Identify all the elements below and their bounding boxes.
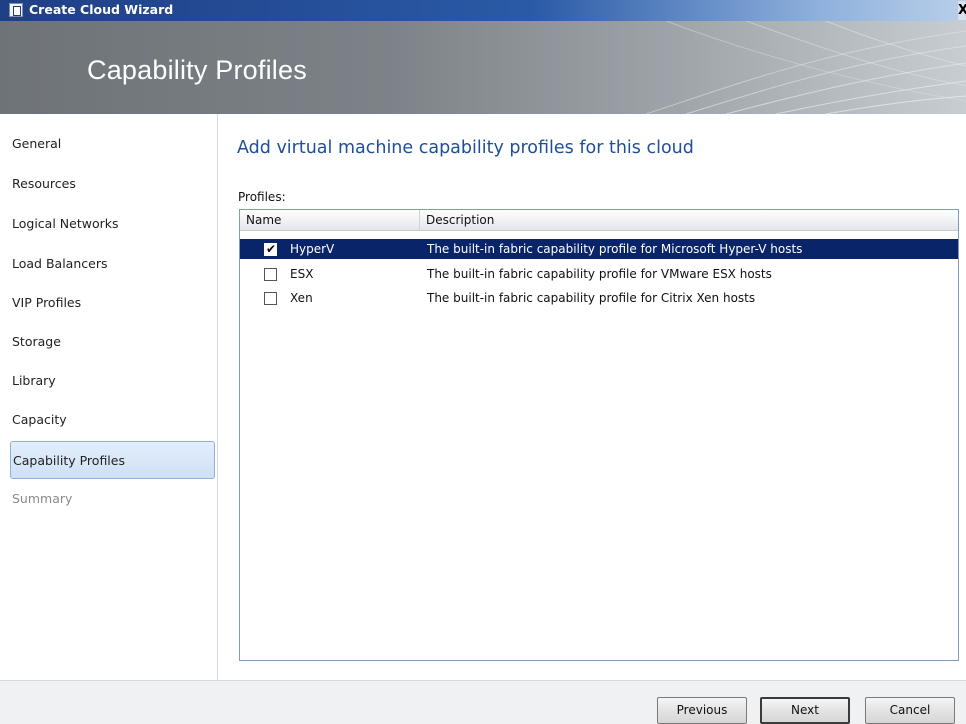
profile-name: ESX [290,267,314,281]
nav-item-load-balancers[interactable]: Load Balancers [10,245,215,283]
profile-description: The built-in fabric capability profile f… [427,267,772,281]
table-row[interactable]: ESX The built-in fabric capability profi… [240,264,958,284]
column-header-description[interactable]: Description [420,210,958,231]
header-banner: Capability Profiles [0,21,966,114]
cancel-button[interactable]: Cancel [865,697,955,724]
row-checkbox[interactable]: ✔ [264,242,277,256]
nav-item-library[interactable]: Library [10,362,215,400]
nav-item-vip-profiles[interactable]: VIP Profiles [10,284,215,322]
close-icon[interactable]: X [958,1,966,20]
row-checkbox[interactable] [264,268,277,281]
nav-item-resources[interactable]: Resources [10,165,215,203]
grid-header: Name Description [240,210,958,231]
wizard-footer: Previous Next Cancel [0,680,966,724]
section-heading: Add virtual machine capability profiles … [237,138,694,158]
title-bar: Create Cloud Wizard X [0,0,966,21]
nav-item-summary: Summary [12,491,73,506]
nav-item-capability-profiles[interactable]: Capability Profiles [10,441,215,479]
nav-item-capacity[interactable]: Capacity [10,401,215,439]
profiles-grid[interactable]: Name Description ✔ HyperV The built-in f… [239,209,959,661]
table-row[interactable]: ✔ HyperV The built-in fabric capability … [240,239,958,259]
window-title: Create Cloud Wizard [29,2,174,17]
profile-name: HyperV [290,242,335,256]
table-row[interactable]: Xen The built-in fabric capability profi… [240,288,958,308]
profile-description: The built-in fabric capability profile f… [427,291,756,305]
checkmark-icon: ✔ [266,242,277,256]
profiles-label: Profiles: [238,190,286,204]
banner-swirl-decoration [645,21,966,114]
next-button[interactable]: Next [760,697,850,724]
previous-button[interactable]: Previous [657,697,747,724]
profile-name: Xen [290,291,313,305]
wizard-step-nav: General Resources Logical Networks Load … [0,114,218,680]
nav-item-storage[interactable]: Storage [10,323,215,361]
column-header-name[interactable]: Name [240,210,420,231]
nav-item-logical-networks[interactable]: Logical Networks [10,205,215,243]
wizard-window-icon [9,3,23,17]
page-title: Capability Profiles [87,55,307,85]
nav-item-general[interactable]: General [10,125,215,163]
profile-description: The built-in fabric capability profile f… [427,242,803,256]
row-checkbox[interactable] [264,292,277,305]
